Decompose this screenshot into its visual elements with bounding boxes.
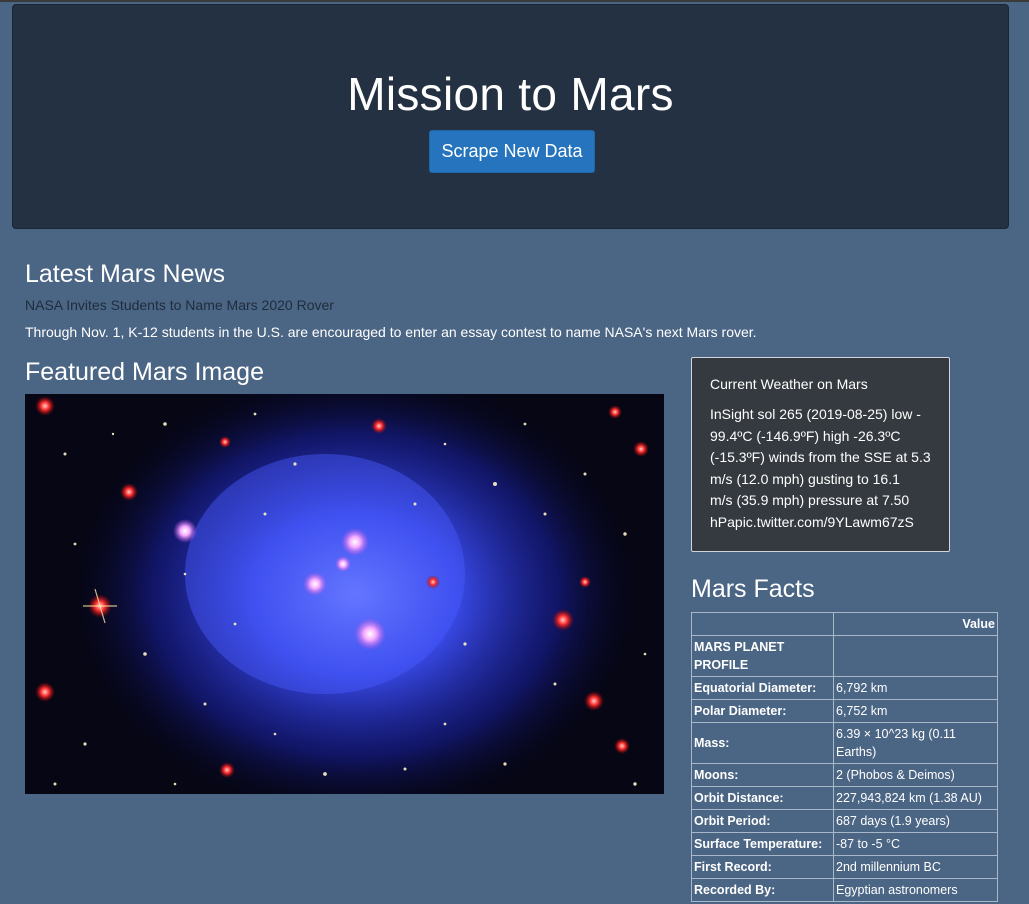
table-header-value: Value [833, 612, 998, 636]
mars-facts-table: Value MARS PLANET PROFILE Equatorial Dia… [691, 612, 998, 902]
fact-key: MARS PLANET PROFILE [691, 635, 834, 677]
weather-title: Current Weather on Mars [710, 376, 868, 392]
news-heading: Latest Mars News [25, 260, 226, 288]
fact-value [833, 635, 998, 677]
fact-key: Orbit Distance: [691, 786, 834, 810]
weather-line: (-15.3ºF) winds from the SSE at 5.3 [710, 449, 931, 465]
mars-facts-heading: Mars Facts [691, 575, 815, 603]
weather-line: hPapic.twitter.com/9YLawm67zS [710, 513, 914, 530]
header-jumbotron: Mission to Mars Scrape New Data [12, 4, 1009, 229]
table-row: Moons: 2 (Phobos & Deimos) [691, 763, 998, 787]
table-header-blank [691, 612, 834, 636]
fact-key: Surface Temperature: [691, 832, 834, 856]
table-row: Recorded By: Egyptian astronomers [691, 878, 998, 902]
fact-value: Egyptian astronomers [833, 878, 998, 902]
fact-value: 6,792 km [833, 676, 998, 700]
news-title: NASA Invites Students to Name Mars 2020 … [25, 297, 334, 313]
fact-key: Moons: [691, 763, 834, 787]
table-row: Polar Diameter: 6,752 km [691, 699, 998, 723]
fact-value: 2nd millennium BC [833, 855, 998, 879]
featured-image-heading: Featured Mars Image [25, 358, 264, 386]
weather-line: InSight sol 265 (2019-08-25) low - [710, 406, 921, 422]
weather-card: Current Weather on Mars InSight sol 265 … [691, 357, 950, 552]
table-row: Mass: 6.39 × 10^23 kg (0.11 Earths) [691, 722, 998, 764]
fact-key: Mass: [691, 722, 834, 764]
fact-value: -87 to -5 °C [833, 832, 998, 856]
fact-value: 6.39 × 10^23 kg (0.11 Earths) [833, 722, 998, 764]
news-body: Through Nov. 1, K-12 students in the U.S… [25, 324, 757, 340]
table-header-row: Value [691, 612, 998, 636]
scrape-new-data-button[interactable]: Scrape New Data [429, 130, 595, 173]
table-row: Orbit Distance: 227,943,824 km (1.38 AU) [691, 786, 998, 810]
fact-key: Polar Diameter: [691, 699, 834, 723]
weather-text: InSight sol 265 (2019-08-25) low - 99.4º… [710, 404, 931, 533]
table-row: MARS PLANET PROFILE [691, 635, 998, 677]
table-row: Orbit Period: 687 days (1.9 years) [691, 809, 998, 833]
galaxy-cluster-image [25, 394, 664, 794]
fact-key: First Record: [691, 855, 834, 879]
fact-key: Equatorial Diameter: [691, 676, 834, 700]
weather-line: m/s (12.0 mph) gusting to 16.1 [710, 470, 900, 487]
page-title: Mission to Mars [347, 68, 674, 120]
fact-value: 227,943,824 km (1.38 AU) [833, 786, 998, 810]
weather-line: m/s (35.9 mph) pressure at 7.50 [710, 492, 910, 508]
fact-value: 6,752 km [833, 699, 998, 723]
fact-key: Recorded By: [691, 878, 834, 902]
fact-value: 687 days (1.9 years) [833, 809, 998, 833]
fact-value: 2 (Phobos & Deimos) [833, 763, 998, 787]
featured-mars-image [25, 394, 664, 794]
weather-line: 99.4ºC (-146.9ºF) high -26.3ºC [710, 427, 901, 444]
table-row: Surface Temperature: -87 to -5 °C [691, 832, 998, 856]
fact-key: Orbit Period: [691, 809, 834, 833]
table-row: Equatorial Diameter: 6,792 km [691, 676, 998, 700]
table-row: First Record: 2nd millennium BC [691, 855, 998, 879]
